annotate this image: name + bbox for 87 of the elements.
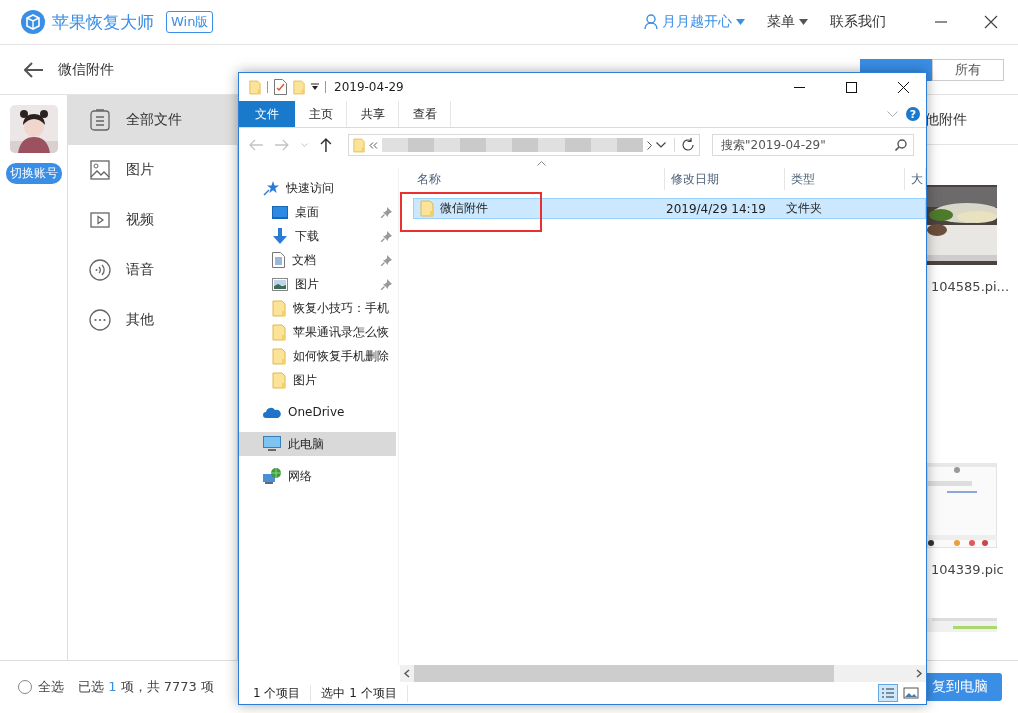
close-icon xyxy=(984,15,998,29)
view-tab[interactable]: 所有 xyxy=(932,58,1004,81)
folder-icon xyxy=(272,323,286,341)
up-arrow-icon[interactable] xyxy=(319,138,332,152)
close-button[interactable] xyxy=(984,15,998,29)
folder-icon xyxy=(272,299,286,317)
document-icon xyxy=(272,252,285,268)
network-icon xyxy=(263,468,281,484)
nav-item[interactable]: 图片 xyxy=(239,368,396,392)
edition-badge: Win版 xyxy=(166,11,214,33)
category-tab[interactable]: 他附件 xyxy=(925,110,967,129)
properties-icon[interactable] xyxy=(274,79,287,95)
audio-icon xyxy=(89,259,111,281)
status-text: 1 个项目 xyxy=(253,684,312,702)
column-header[interactable]: 类型 xyxy=(785,168,905,190)
pin-icon[interactable] xyxy=(381,254,392,266)
dropdown-icon[interactable] xyxy=(311,83,319,91)
image-icon xyxy=(90,160,110,180)
nav-item[interactable]: 图片 xyxy=(239,272,396,296)
category-item[interactable]: 视频 xyxy=(68,195,237,245)
computer-icon xyxy=(263,436,281,452)
page-title: 微信附件 xyxy=(58,60,114,79)
pin-icon[interactable] xyxy=(381,278,392,290)
menu-button[interactable]: 菜单 xyxy=(767,13,808,31)
clipboard-icon xyxy=(90,109,110,131)
pin-icon[interactable] xyxy=(381,206,392,218)
pin-icon[interactable] xyxy=(381,230,392,242)
logo-icon xyxy=(20,9,46,35)
double-chevron-icon xyxy=(368,141,378,149)
nav-item[interactable]: 快速访问 xyxy=(239,176,396,200)
close-icon xyxy=(897,81,909,93)
details-view-icon[interactable] xyxy=(878,684,898,702)
image-icon xyxy=(272,277,288,291)
status-text: 选中 1 个项目 xyxy=(321,684,408,702)
sort-caret-icon xyxy=(537,161,546,166)
column-header[interactable]: 名称 xyxy=(399,168,665,190)
folder-icon xyxy=(249,79,261,95)
help-button[interactable]: ? xyxy=(906,107,920,121)
horizontal-scrollbar[interactable] xyxy=(400,665,926,682)
file-name: 104339.pic xyxy=(931,562,1004,578)
folder-icon xyxy=(272,371,286,389)
forward-arrow-icon[interactable] xyxy=(274,139,289,151)
column-header[interactable]: 修改日期 xyxy=(665,168,785,190)
folder-icon xyxy=(420,200,434,217)
cloud-icon xyxy=(263,406,281,418)
video-icon xyxy=(90,212,110,228)
nav-item[interactable]: 文档 xyxy=(239,248,396,272)
category-item[interactable]: 图片 xyxy=(68,145,237,195)
new-folder-icon xyxy=(293,79,305,95)
file-name: 104585.pi... xyxy=(931,279,1010,295)
category-item[interactable]: 全部文件 xyxy=(68,95,237,145)
ribbon-tab[interactable]: 文件 xyxy=(239,101,295,127)
nav-item[interactable]: 桌面 xyxy=(239,200,396,224)
category-item[interactable]: 语音 xyxy=(68,245,237,295)
download-arrow-icon xyxy=(272,228,288,244)
desktop-icon xyxy=(272,205,288,219)
folder-icon xyxy=(272,347,286,365)
search-icon xyxy=(895,139,907,151)
nav-item[interactable]: 苹果通讯录怎么恢 xyxy=(239,320,396,344)
user-menu[interactable]: 月月越开心 xyxy=(644,13,745,31)
star-icon xyxy=(263,180,279,196)
caret-icon xyxy=(799,19,808,25)
maximize-icon xyxy=(845,81,857,93)
refresh-icon[interactable] xyxy=(674,138,695,152)
nav-item[interactable]: 此电脑 xyxy=(239,432,396,456)
selection-summary: 已选 1 项，共 7773 项 xyxy=(78,678,214,696)
file-row[interactable]: 微信附件 2019/4/29 14:19 文件夹 xyxy=(413,198,926,219)
back-arrow-icon[interactable] xyxy=(24,61,44,78)
thumbnail-view-icon[interactable] xyxy=(902,684,920,702)
window-title: 2019-04-29 xyxy=(334,80,404,94)
nav-item[interactable]: OneDrive xyxy=(239,400,396,424)
select-all-radio[interactable]: 全选 xyxy=(18,678,64,696)
category-item[interactable]: 其他 xyxy=(68,295,237,345)
more-icon xyxy=(89,309,111,331)
nav-item[interactable]: 如何恢复手机删除 xyxy=(239,344,396,368)
folder-icon xyxy=(352,137,365,153)
nav-item[interactable]: 下载 xyxy=(239,224,396,248)
app-title: 苹果恢复大师 xyxy=(52,10,154,34)
caret-icon xyxy=(736,19,745,25)
chevron-down-icon[interactable] xyxy=(656,142,666,148)
chevron-right-icon xyxy=(647,140,652,150)
nav-item[interactable]: 恢复小技巧：手机 xyxy=(239,296,396,320)
user-icon xyxy=(644,14,658,30)
search-field[interactable]: 搜索"2019-04-29" xyxy=(712,134,914,156)
column-header[interactable]: 大 xyxy=(905,168,926,190)
nav-item[interactable]: 网络 xyxy=(239,464,396,488)
contact-link[interactable]: 联系我们 xyxy=(830,13,886,31)
